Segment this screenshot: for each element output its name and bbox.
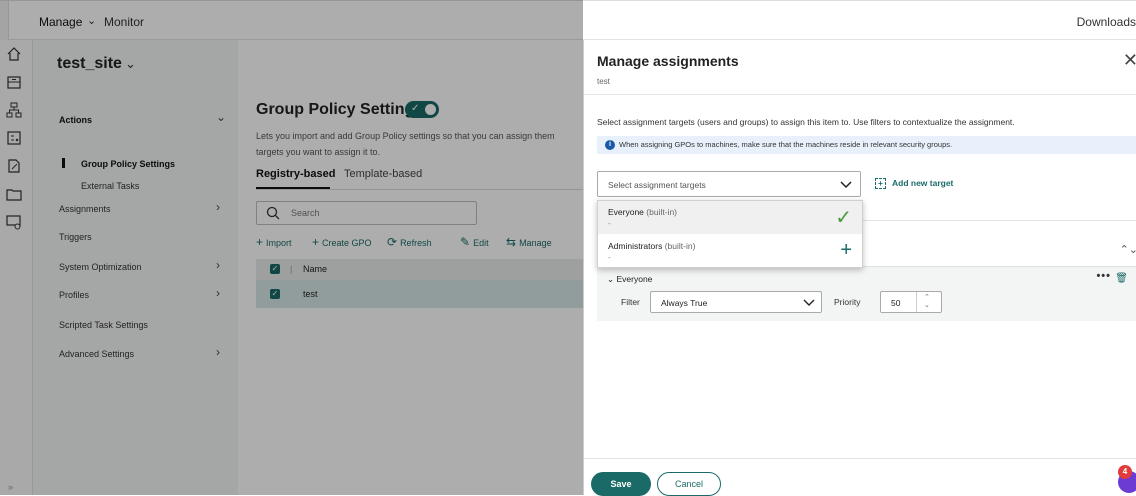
priority-value: 50 [891, 298, 901, 308]
assignment-name-label: Everyone [616, 274, 653, 284]
option-everyone[interactable]: Everyone (built-in) - ✓ [598, 201, 862, 234]
option-administrators[interactable]: Administrators (built-in) - + [598, 235, 862, 268]
save-button[interactable]: Save [591, 472, 651, 496]
plus-icon: + [840, 239, 852, 261]
option-detail: - [608, 253, 611, 262]
option-name: Everyone (built-in) [608, 207, 677, 217]
filter-select[interactable]: Always True [650, 291, 822, 313]
info-text: When assigning GPOs to machines, make su… [619, 140, 953, 149]
sort-icon[interactable]: ⌃⌄ [1120, 243, 1136, 256]
option-suffix: (built-in) [646, 207, 677, 217]
cancel-button[interactable]: Cancel [657, 472, 721, 496]
filter-value: Always True [661, 298, 708, 308]
header-divider [584, 94, 1136, 95]
option-label: Administrators [608, 241, 663, 251]
close-icon[interactable]: ✕ [1123, 50, 1136, 71]
drawer-title: Manage assignments [597, 53, 739, 69]
priority-label: Priority [834, 297, 861, 307]
option-name: Administrators (built-in) [608, 241, 695, 251]
option-label: Everyone [608, 207, 644, 217]
drawer-subtitle: test [597, 77, 610, 86]
assignment-name[interactable]: ⌄ Everyone [607, 274, 652, 285]
stepper-buttons[interactable]: ⌃ ⌄ [916, 292, 941, 312]
add-new-target-label: Add new target [892, 178, 954, 188]
assignment-target-select[interactable]: Select assignment targets [597, 171, 861, 197]
increment-icon[interactable]: ⌃ [924, 293, 930, 301]
modal-overlay[interactable] [0, 0, 583, 495]
footer-divider [584, 458, 1136, 459]
decrement-icon[interactable]: ⌄ [924, 301, 930, 309]
add-target-icon: + [875, 178, 886, 190]
more-icon[interactable]: ••• [1096, 270, 1111, 282]
instruction-text: Select assignment targets (users and gro… [597, 117, 1015, 127]
chevron-down-icon: ⌄ [607, 274, 615, 284]
info-icon: i [605, 140, 615, 150]
assignment-target-dropdown: Everyone (built-in) - ✓ Administrators (… [597, 200, 863, 268]
option-suffix: (built-in) [664, 241, 696, 251]
priority-stepper[interactable]: 50 ⌃ ⌄ [880, 291, 942, 313]
info-banner: i When assigning GPOs to machines, make … [597, 136, 1136, 154]
filter-label: Filter [621, 297, 640, 307]
trash-icon[interactable]: 🗑 [1115, 273, 1128, 284]
chevron-down-icon [802, 295, 816, 309]
chevron-down-icon [838, 176, 854, 192]
notification-widget[interactable]: 4 [1118, 465, 1136, 495]
manage-assignments-drawer: Manage assignments test ✕ Select assignm… [583, 40, 1136, 496]
option-detail: - [608, 219, 611, 228]
checkmark-icon: ✓ [835, 207, 852, 229]
collapse-icon[interactable]: » [8, 482, 13, 492]
add-new-target-button[interactable]: + Add new target [875, 178, 954, 190]
notification-badge: 4 [1118, 465, 1132, 479]
select-placeholder: Select assignment targets [608, 180, 706, 190]
assignment-card: ⌄ Everyone ••• 🗑 Filter Always True Prio… [597, 266, 1136, 321]
downloads-link[interactable]: Downloads [1077, 15, 1136, 29]
